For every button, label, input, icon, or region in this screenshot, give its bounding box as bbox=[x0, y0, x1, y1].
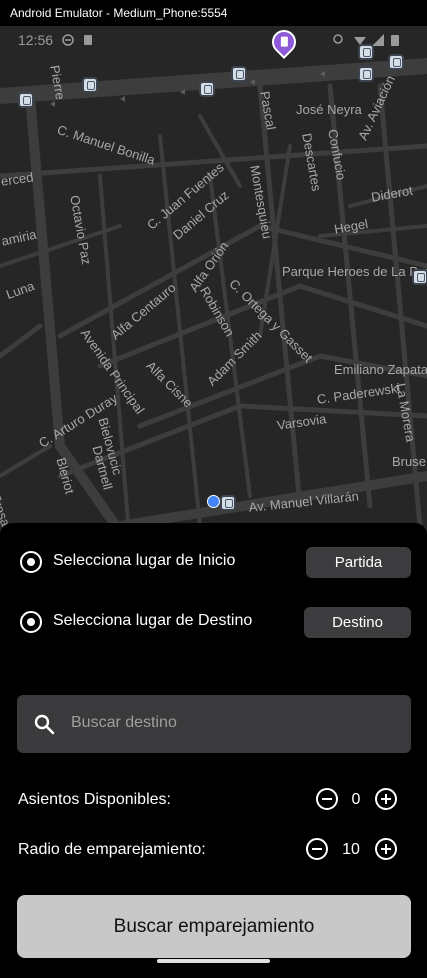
bus-stop-icon[interactable] bbox=[199, 81, 215, 97]
seats-row: Asientos Disponibles: 0 bbox=[0, 785, 427, 815]
phone-screen: 12:56 José Neyra Av. Aviación Pascal C. … bbox=[0, 26, 427, 978]
radius-label: Radio de emparejamiento: bbox=[18, 841, 206, 858]
street-label: Emiliano Zapata bbox=[334, 362, 427, 377]
status-time: 12:56 bbox=[18, 32, 54, 48]
find-match-button[interactable]: Buscar emparejamiento bbox=[17, 895, 411, 958]
seats-label: Asientos Disponibles: bbox=[18, 791, 171, 808]
current-location-icon bbox=[207, 495, 220, 508]
map-view[interactable]: 12:56 José Neyra Av. Aviación Pascal C. … bbox=[0, 26, 427, 546]
partida-button[interactable]: Partida bbox=[306, 547, 411, 578]
start-label: Selecciona lugar de Inicio bbox=[53, 552, 236, 569]
bus-stop-icon[interactable] bbox=[358, 44, 374, 60]
bus-stop-icon[interactable] bbox=[231, 66, 247, 82]
plus-circle-icon[interactable] bbox=[375, 838, 397, 860]
bus-stop-icon[interactable] bbox=[18, 92, 34, 108]
window-title: Android Emulator - Medium_Phone:5554 bbox=[0, 0, 427, 26]
location-status-icon bbox=[333, 34, 343, 44]
signal-icon bbox=[372, 34, 384, 46]
bus-stop-icon[interactable] bbox=[388, 54, 404, 70]
street-label: José Neyra bbox=[296, 102, 362, 117]
seats-value: 0 bbox=[351, 791, 361, 808]
street-label: Bruse bbox=[392, 454, 426, 469]
radius-value: 10 bbox=[342, 841, 360, 858]
minus-circle-icon[interactable] bbox=[306, 838, 328, 860]
search-input[interactable]: Buscar destino bbox=[17, 695, 411, 753]
radius-row: Radio de emparejamiento: 10 bbox=[0, 835, 427, 865]
search-placeholder: Buscar destino bbox=[71, 714, 177, 731]
park-label: Parque Heroes de La Paz bbox=[282, 264, 427, 279]
minus-circle-icon[interactable] bbox=[316, 788, 338, 810]
destination-label: Selecciona lugar de Destino bbox=[53, 612, 253, 629]
dnd-icon bbox=[62, 34, 74, 46]
bus-stop-icon[interactable] bbox=[220, 495, 236, 511]
bus-stop-icon[interactable] bbox=[358, 66, 374, 82]
destino-button[interactable]: Destino bbox=[304, 607, 411, 638]
home-indicator[interactable] bbox=[157, 959, 270, 963]
start-row: Selecciona lugar de Inicio Partida bbox=[0, 544, 427, 580]
radio-selected-icon[interactable] bbox=[20, 551, 42, 573]
bus-stop-icon[interactable] bbox=[412, 269, 427, 285]
destination-row: Selecciona lugar de Destino Destino bbox=[0, 604, 427, 640]
bus-stop-icon[interactable] bbox=[82, 77, 98, 93]
battery-icon bbox=[391, 35, 399, 46]
trip-panel: Selecciona lugar de Inicio Partida Selec… bbox=[0, 523, 427, 978]
radio-selected-icon[interactable] bbox=[20, 611, 42, 633]
search-icon bbox=[34, 714, 55, 735]
sim-icon bbox=[84, 35, 92, 45]
plus-circle-icon[interactable] bbox=[375, 788, 397, 810]
